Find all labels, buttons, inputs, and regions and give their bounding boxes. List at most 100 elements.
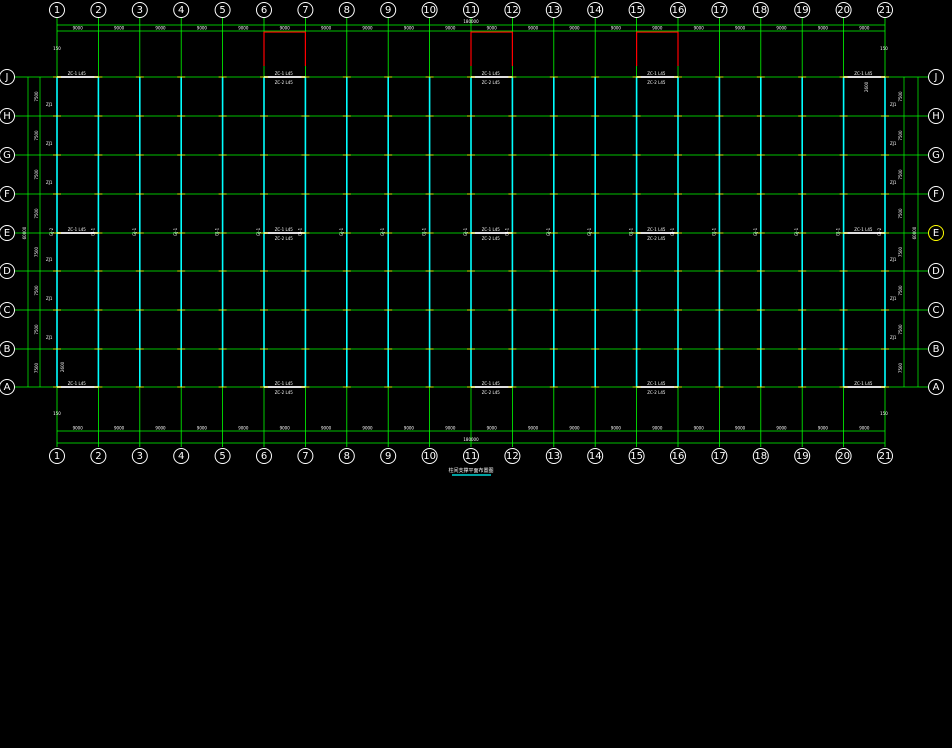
bracing-label: ZC-1 L45 bbox=[854, 381, 873, 386]
column-label: GJ-1 bbox=[670, 227, 675, 236]
column-label: GJ-1 bbox=[794, 227, 799, 236]
grid-bubble-label: 2 bbox=[95, 451, 101, 462]
bracing-label: ZC-2 L45 bbox=[647, 80, 666, 85]
column-label: GJ-1 bbox=[173, 227, 178, 236]
column-label: GJ-1 bbox=[256, 227, 261, 236]
grid-bubble-label: B bbox=[4, 344, 11, 355]
bay-dimension-text: 9000 bbox=[321, 426, 332, 431]
grid-bubble-label: 16 bbox=[672, 451, 685, 462]
bay-dimension-text: 9000 bbox=[528, 26, 539, 31]
bracing-label: ZC-1 L45 bbox=[68, 71, 87, 76]
bay-dimension-text: 9000 bbox=[652, 26, 663, 31]
grid-bubble-label: C bbox=[4, 305, 11, 316]
grid-bubble-label: 18 bbox=[754, 5, 767, 16]
grid-bubble-label: 17 bbox=[713, 5, 726, 16]
grid-bubble-label: D bbox=[932, 266, 940, 277]
end-mark-text: 2600 bbox=[864, 81, 869, 92]
column-label: GJ-1 bbox=[711, 227, 716, 236]
grid-bubble-label: E bbox=[933, 228, 939, 239]
bay-dimension-text: 9000 bbox=[652, 426, 663, 431]
grid-bubble-label: 21 bbox=[879, 451, 892, 462]
bracing-label: ZC-1 L45 bbox=[68, 381, 87, 386]
grid-bubble-label: 3 bbox=[137, 451, 143, 462]
grid-bubble-label: F bbox=[933, 189, 939, 200]
column-label: GJ-1 bbox=[629, 227, 634, 236]
bracing-label: ZC-1 L45 bbox=[647, 381, 666, 386]
grid-bubble-label: 17 bbox=[713, 451, 726, 462]
column-label: GJ-1 bbox=[297, 227, 302, 236]
bay-dimension-text: 9000 bbox=[818, 426, 829, 431]
grid-bubble-label: 8 bbox=[344, 451, 350, 462]
grid-bubble-label: 12 bbox=[506, 451, 519, 462]
column-label: GJ-1 bbox=[753, 227, 758, 236]
bracing-label: ZC-2 L45 bbox=[482, 236, 501, 241]
edge-offset-text: 150 bbox=[53, 46, 61, 51]
grid-bubble-label: G bbox=[3, 150, 11, 161]
column-label: GJ-1 bbox=[339, 227, 344, 236]
bracing-label: ZC-2 L45 bbox=[647, 236, 666, 241]
grid-bubble-label: F bbox=[4, 189, 10, 200]
structural-members bbox=[53, 31, 889, 388]
bay-dimension-text: 9000 bbox=[694, 26, 705, 31]
bay-dimension-text: 9000 bbox=[280, 426, 291, 431]
bracing-label: ZC-1 L45 bbox=[482, 227, 501, 232]
grid-bubble-label: J bbox=[934, 72, 938, 83]
grid-bubble-label: C bbox=[933, 305, 940, 316]
bracing-label: ZC-1 L45 bbox=[482, 381, 501, 386]
side-spacing-text: 7500 bbox=[898, 91, 903, 102]
tie-label: ZJ1 bbox=[46, 141, 53, 146]
tie-label: ZJ1 bbox=[890, 335, 897, 340]
grid-bubble-label: D bbox=[3, 266, 11, 277]
grid-bubble-label: 20 bbox=[837, 451, 850, 462]
grid-bubble-label: H bbox=[932, 111, 940, 122]
tie-label: ZJ1 bbox=[46, 296, 53, 301]
side-spacing-text: 7500 bbox=[34, 169, 39, 180]
tie-label: ZJ1 bbox=[46, 102, 53, 107]
total-dimension-text-top: 180000 bbox=[463, 19, 479, 24]
bay-dimension-text: 9000 bbox=[735, 26, 746, 31]
bay-dimension-text: 9000 bbox=[404, 26, 415, 31]
bracing-label: ZC-2 L45 bbox=[275, 80, 294, 85]
grid-bubble-label: A bbox=[4, 382, 11, 393]
grid-bubble-label: G bbox=[932, 150, 940, 161]
grid-bubble-label: 10 bbox=[423, 451, 436, 462]
bay-dimension-text: 9000 bbox=[280, 26, 291, 31]
grid-bubble-label: 15 bbox=[630, 5, 643, 16]
dimension-lines: 9000 9000 9000 9000 9000 9000 9000 9000 9000 9000… bbox=[22, 19, 919, 444]
bay-dimension-text: 9000 bbox=[321, 26, 332, 31]
red-member-1 bbox=[470, 31, 514, 66]
bracing-label: ZC-1 L45 bbox=[275, 381, 294, 386]
tie-label: ZJ1 bbox=[46, 335, 53, 340]
bracing-label: ZC-1 L45 bbox=[647, 71, 666, 76]
column-label: GJ-1 bbox=[215, 227, 220, 236]
bracing-label: ZC-1 L45 bbox=[854, 71, 873, 76]
bay-dimension-text: 9000 bbox=[776, 26, 787, 31]
side-spacing-text: 7500 bbox=[898, 362, 903, 373]
tie-label: ZJ1 bbox=[890, 102, 897, 107]
bay-dimension-text: 9000 bbox=[362, 26, 373, 31]
bay-dimension-text: 9000 bbox=[818, 26, 829, 31]
grid-bubble-label: 16 bbox=[672, 5, 685, 16]
grid-bubble-label: 6 bbox=[261, 451, 267, 462]
grid-bubble-label: 19 bbox=[796, 451, 809, 462]
column-label: GJ-1 bbox=[546, 227, 551, 236]
grid-bubble-label: 1 bbox=[54, 5, 60, 16]
bay-dimension-text: 9000 bbox=[569, 426, 580, 431]
edge-offset-text: 150 bbox=[880, 46, 888, 51]
tie-label: ZJ1 bbox=[890, 296, 897, 301]
side-spacing-text: 7500 bbox=[898, 324, 903, 335]
grid-bubble-label: 6 bbox=[261, 5, 267, 16]
grid-bubble-label: E bbox=[4, 228, 10, 239]
grid-bubble-label: 19 bbox=[796, 5, 809, 16]
grid-bubble-label: 11 bbox=[465, 5, 478, 16]
bay-dimension-text: 9000 bbox=[694, 426, 705, 431]
bracing-label: ZC-1 L45 bbox=[275, 71, 294, 76]
bracing-label: ZC-2 L45 bbox=[275, 236, 294, 241]
bay-dimension-text: 9000 bbox=[735, 426, 746, 431]
bay-dimension-text: 9000 bbox=[445, 26, 456, 31]
grid-bubble-label: 14 bbox=[589, 451, 602, 462]
bay-dimension-text: 9000 bbox=[859, 426, 870, 431]
grid-bubble-label: H bbox=[3, 111, 11, 122]
bay-dimension-text: 9000 bbox=[114, 26, 125, 31]
side-spacing-text: 7500 bbox=[898, 169, 903, 180]
